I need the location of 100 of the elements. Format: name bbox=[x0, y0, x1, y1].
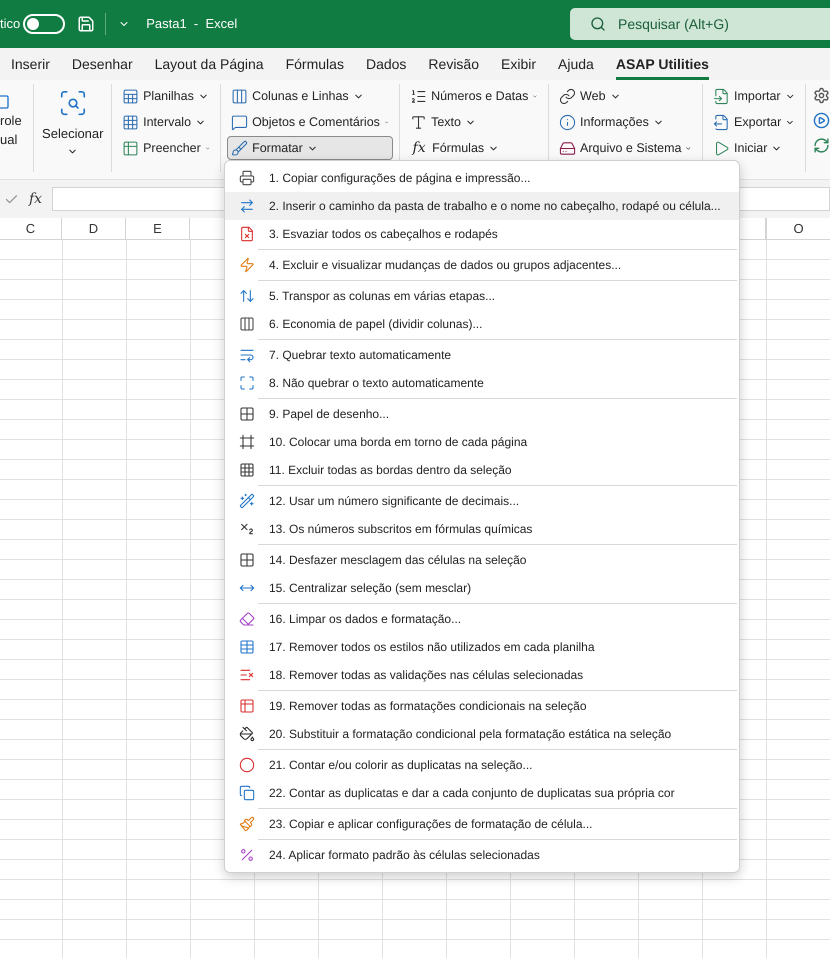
menu-item[interactable]: 14. Desfazer mesclagem das células na seleção bbox=[225, 546, 739, 574]
play-icon bbox=[713, 140, 730, 156]
menu-item[interactable]: 21. Contar e/ou colorir as duplicatas na seleção... bbox=[225, 751, 739, 779]
menu-item[interactable]: 2. Inserir o caminho da pasta de trabalho e o nome no cabeçalho, rodapé ou célula... bbox=[225, 192, 739, 220]
list-x-icon bbox=[239, 667, 255, 683]
file-import-icon bbox=[713, 88, 730, 104]
swap-arrows-icon bbox=[239, 288, 255, 304]
menu-item[interactable]: 8. Não quebrar o texto automaticamente bbox=[225, 369, 739, 397]
ribbon-tab[interactable]: Layout da Página bbox=[154, 48, 264, 80]
eraser-icon bbox=[239, 611, 255, 627]
info-icon bbox=[559, 114, 576, 130]
squares-icon bbox=[239, 785, 255, 801]
save-icon[interactable] bbox=[77, 15, 96, 33]
ribbon-button[interactable]: Objetos e Comentários bbox=[227, 110, 394, 134]
column-header[interactable]: E bbox=[126, 218, 190, 239]
sheet-icon bbox=[122, 88, 140, 104]
column-header[interactable]: C bbox=[0, 218, 62, 239]
magic-wand-icon bbox=[239, 493, 255, 509]
ribbon-button[interactable]: Números e Datas bbox=[406, 84, 542, 108]
ribbon-button[interactable]: Arquivo e Sistema bbox=[555, 136, 696, 160]
menu-item[interactable]: 18. Remover todas as validações nas células selecionadas bbox=[225, 661, 739, 689]
ribbon-tab[interactable]: Exibir bbox=[501, 48, 536, 80]
columns-icon bbox=[239, 316, 255, 332]
ribbon-button[interactable]: Texto bbox=[406, 110, 542, 134]
settings-icon[interactable] bbox=[813, 87, 830, 104]
subscript-icon bbox=[239, 521, 255, 537]
grid-icon bbox=[239, 462, 255, 478]
numbered-list-icon bbox=[410, 88, 428, 104]
ribbon-tab[interactable]: Fórmulas bbox=[286, 48, 344, 80]
ribbon-button[interactable]: Intervalo bbox=[118, 110, 214, 134]
ribbon-button[interactable]: Planilhas bbox=[118, 84, 214, 108]
menu-item[interactable]: 1. Copiar configurações de página e impressão... bbox=[225, 164, 739, 192]
menu-item[interactable]: 24. Aplicar formato padrão às células selecionadas bbox=[225, 841, 739, 869]
arrows-icon bbox=[239, 198, 255, 214]
table-icon bbox=[122, 140, 140, 156]
circle-icon bbox=[239, 757, 255, 773]
ribbon-button[interactable]: Preencher bbox=[118, 136, 214, 160]
autosave-label: tico bbox=[0, 15, 20, 34]
link-icon bbox=[559, 88, 576, 104]
ribbon-button[interactable]: Informações bbox=[555, 110, 696, 134]
file-export-icon bbox=[713, 114, 730, 130]
paintbrush-icon bbox=[239, 816, 255, 832]
ribbon-button[interactable]: fx Fórmulas bbox=[406, 136, 542, 160]
menu-item[interactable]: 9. Papel de desenho... bbox=[225, 400, 739, 428]
select-button[interactable]: Selecionar bbox=[38, 84, 108, 156]
ribbon-button[interactable]: Exportar bbox=[709, 110, 800, 134]
menu-item[interactable]: 23. Copiar e aplicar configurações de formatação de célula... bbox=[225, 810, 739, 838]
menu-item[interactable]: 19. Remover todas as formatações condicionais na seleção bbox=[225, 692, 739, 720]
ribbon-tab[interactable]: Dados bbox=[366, 48, 406, 80]
ribbon-button[interactable]: Colunas e Linhas bbox=[227, 84, 394, 108]
ribbon-label: ual bbox=[0, 131, 18, 148]
expand-icon bbox=[239, 375, 255, 391]
function-button[interactable]: fx bbox=[29, 188, 42, 210]
comment-icon bbox=[231, 114, 248, 130]
menu-item[interactable]: 13. Os números subscritos em fórmulas químicas bbox=[225, 515, 739, 543]
ribbon-tab[interactable]: Ajuda bbox=[558, 48, 594, 80]
menu-item[interactable]: 6. Economia de papel (dividir colunas)... bbox=[225, 310, 739, 338]
menu-item[interactable]: 17. Remover todos os estilos não utilizados em cada planilha bbox=[225, 633, 739, 661]
search-field[interactable]: Pesquisar (Alt+G) bbox=[570, 8, 830, 40]
frame-icon bbox=[239, 434, 255, 450]
grid-icon bbox=[239, 552, 255, 568]
menu-item[interactable]: 5. Transpor as colunas em várias etapas... bbox=[225, 282, 739, 310]
table-icon bbox=[239, 698, 255, 714]
grid-icon bbox=[122, 114, 140, 130]
search-icon bbox=[590, 16, 606, 32]
menu-item[interactable]: 12. Usar um número significante de decimais... bbox=[225, 487, 739, 515]
file-x-icon bbox=[239, 226, 255, 242]
printer-icon bbox=[239, 170, 255, 186]
ribbon-tab[interactable]: Inserir bbox=[11, 48, 50, 80]
ribbon-tab[interactable]: Revisão bbox=[428, 48, 480, 80]
menu-item[interactable]: 7. Quebrar texto automaticamente bbox=[225, 341, 739, 369]
play-circle-icon[interactable] bbox=[813, 112, 830, 129]
lightning-icon bbox=[239, 257, 255, 273]
ribbon-tab[interactable]: Desenhar bbox=[72, 48, 133, 80]
menu-item[interactable]: 16. Limpar os dados e formatação... bbox=[225, 605, 739, 633]
ribbon-label: role bbox=[0, 112, 22, 129]
brush-icon bbox=[231, 140, 248, 156]
menu-item[interactable]: 22. Contar as duplicatas e dar a cada conjunto de duplicatas sua própria cor bbox=[225, 779, 739, 807]
ribbon-button[interactable]: Importar bbox=[709, 84, 800, 108]
menu-item[interactable]: 20. Substituir a formatação condicional pela formatação estática na seleção bbox=[225, 720, 739, 748]
ribbon-button[interactable]: Web bbox=[555, 84, 696, 108]
menu-item[interactable]: 11. Excluir todas as bordas dentro da seleção bbox=[225, 456, 739, 484]
menu-item[interactable]: 10. Colocar uma borda em torno de cada página bbox=[225, 428, 739, 456]
ribbon-button[interactable]: Iniciar bbox=[709, 136, 800, 160]
menu-item[interactable]: 15. Centralizar seleção (sem mesclar) bbox=[225, 574, 739, 602]
window-title: Pasta1 - Excel bbox=[146, 15, 238, 34]
text-icon bbox=[410, 114, 428, 130]
column-header[interactable]: D bbox=[62, 218, 126, 239]
column-header[interactable]: O bbox=[766, 218, 830, 239]
paint-bucket-icon bbox=[239, 726, 255, 742]
percent-icon bbox=[239, 847, 255, 863]
autosave-toggle[interactable] bbox=[23, 14, 66, 34]
menu-item[interactable]: 4. Excluir e visualizar mudanças de dados ou grupos adjacentes... bbox=[225, 251, 739, 279]
refresh-icon[interactable] bbox=[813, 137, 830, 154]
text-wrap-icon bbox=[239, 347, 255, 363]
menu-item[interactable]: 3. Esvaziar todos os cabeçalhos e rodapés bbox=[225, 220, 739, 248]
table-icon bbox=[239, 639, 255, 655]
columns-icon bbox=[231, 88, 248, 104]
ribbon-button[interactable]: Formatar bbox=[227, 136, 394, 160]
drive-icon bbox=[559, 140, 576, 156]
